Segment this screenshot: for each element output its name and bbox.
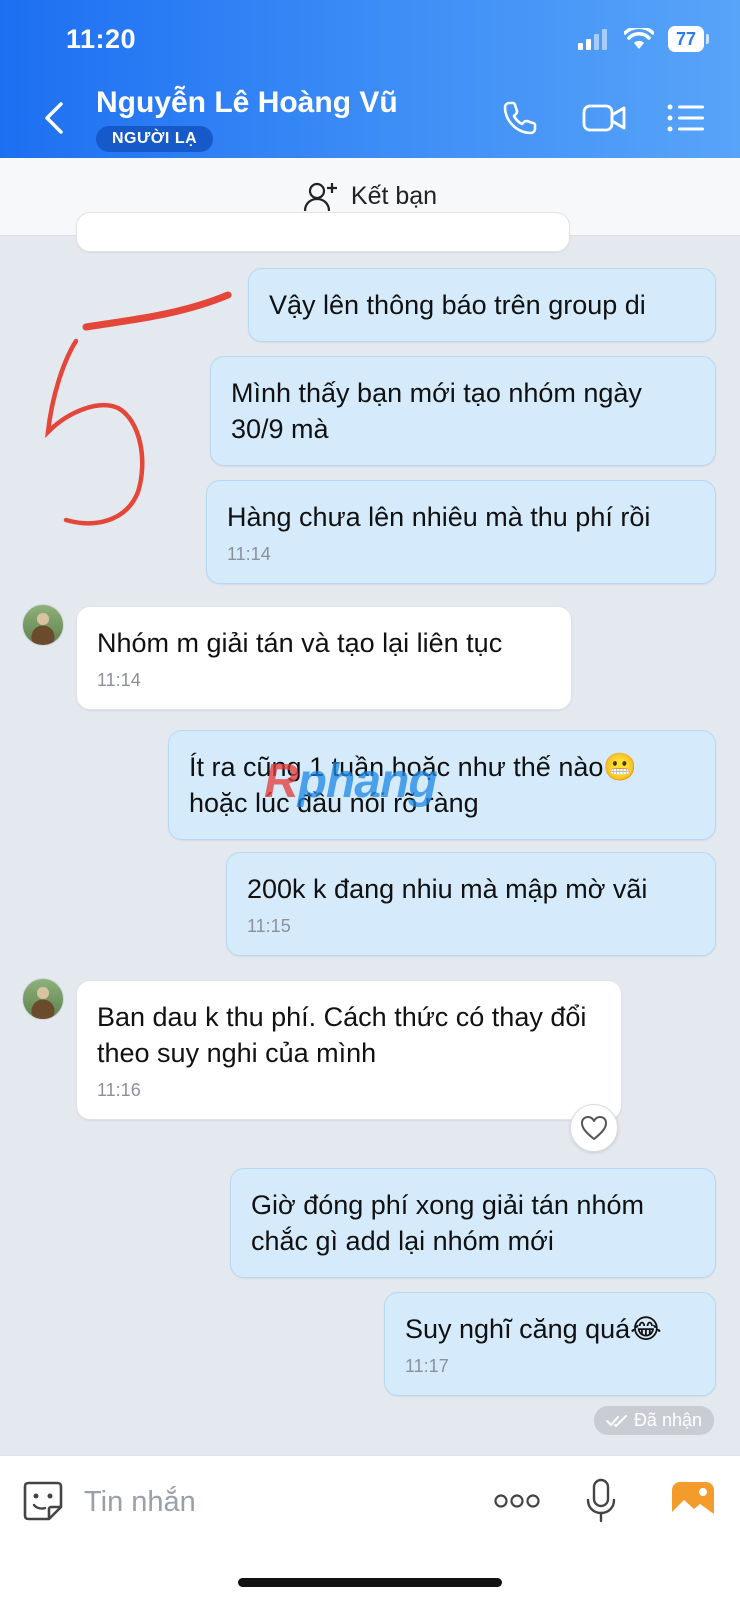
message-text: 200k k đang nhiu mà mập mờ vãi	[247, 874, 648, 904]
smiley-sticker-icon	[23, 1481, 63, 1521]
message-text: Suy nghĩ căng quá😂	[405, 1314, 662, 1344]
heart-icon	[581, 1116, 607, 1140]
message-bubble[interactable]: Giờ đóng phí xong giải tán nhóm chắc gì …	[230, 1168, 716, 1278]
double-check-icon	[605, 1414, 627, 1427]
message-text: Vậy lên thông báo trên group di	[269, 290, 646, 320]
voice-message-button[interactable]	[576, 1476, 626, 1526]
react-button[interactable]	[570, 1104, 618, 1152]
message-text: Mình thấy bạn mới tạo nhóm ngày 30/9 mà	[231, 378, 642, 444]
message-bubble[interactable]: Nhóm m giải tán và tạo lại liên tục 11:1…	[76, 606, 572, 710]
message-time: 11:14	[97, 670, 141, 690]
message-bubble[interactable]: Ban dau k thu phí. Cách thức có thay đổi…	[76, 980, 622, 1120]
message-bubble[interactable]: 200k k đang nhiu mà mập mờ vãi 11:15	[226, 852, 716, 956]
message-text: Ban dau k thu phí. Cách thức có thay đổi…	[97, 1002, 587, 1068]
more-dots-icon	[494, 1494, 540, 1508]
message-text: Nhóm m giải tán và tạo lại liên tục	[97, 628, 503, 658]
message-bubble[interactable]: Ít ra cũng 1 tuần hoặc như thế nào😬 hoặc…	[168, 730, 716, 840]
seen-status-badge: Đã nhận	[593, 1406, 714, 1435]
image-button[interactable]	[668, 1476, 718, 1526]
avatar[interactable]	[22, 978, 64, 1020]
photo-gallery-icon	[672, 1482, 714, 1520]
message-input[interactable]: Tin nhắn	[84, 1486, 196, 1519]
microphone-icon	[586, 1478, 616, 1523]
message-bubble[interactable]: Vậy lên thông báo trên group di	[248, 268, 716, 342]
seen-status-text: Đã nhận	[633, 1410, 702, 1430]
message-time: 11:16	[97, 1080, 141, 1100]
message-bubble[interactable]: Hàng chưa lên nhiêu mà thu phí rồi 11:14	[206, 480, 716, 584]
avatar[interactable]	[22, 604, 64, 646]
message-text: Ít ra cũng 1 tuần hoặc như thế nào😬 hoặc…	[189, 752, 637, 818]
more-options-button[interactable]	[490, 1476, 544, 1526]
home-indicator	[238, 1578, 502, 1587]
message-time: 11:14	[227, 544, 271, 564]
message-text: Giờ đóng phí xong giải tán nhóm chắc gì …	[251, 1190, 644, 1256]
message-text: Hàng chưa lên nhiêu mà thu phí rồi	[227, 502, 651, 532]
message-time: 11:17	[405, 1356, 449, 1376]
message-bubble[interactable]: Mình thấy bạn mới tạo nhóm ngày 30/9 mà	[210, 356, 716, 466]
message-bubble[interactable]: Suy nghĩ căng quá😂 11:17	[384, 1292, 716, 1396]
message-time: 11:15	[247, 916, 291, 936]
sticker-button[interactable]	[18, 1476, 68, 1526]
